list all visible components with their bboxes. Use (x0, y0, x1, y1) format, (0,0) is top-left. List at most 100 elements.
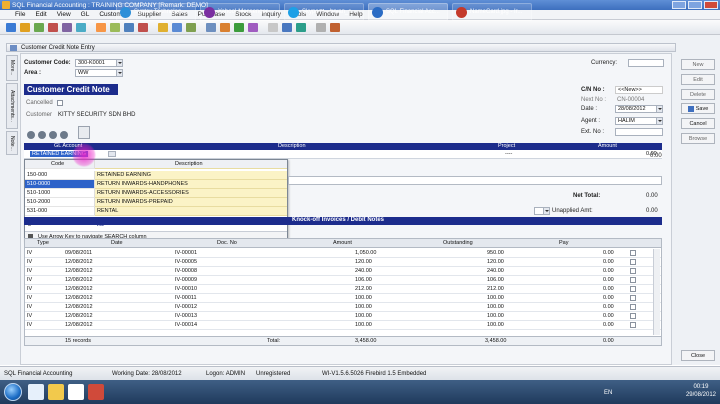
pay-cell[interactable]: 0.00 (603, 313, 614, 319)
task-yahoo[interactable]: Yahoo! Messenger (200, 3, 280, 21)
system-clock[interactable]: 00:19 29/08/2012 (686, 383, 716, 399)
toolbar-icon-8[interactable] (110, 23, 120, 32)
lookup-row[interactable]: 510-1000 RETURN INWARDS-ACCESSORIES (25, 189, 287, 198)
menu-file[interactable]: File (10, 11, 30, 18)
row-checkbox[interactable] (630, 268, 636, 274)
detail-grid-row[interactable]: RETAINED EARNING ---- 0.00 (24, 150, 662, 159)
chevron-down-icon[interactable] (656, 118, 662, 124)
save-button[interactable]: Save (681, 103, 715, 114)
toolbar-icon-21[interactable] (316, 23, 326, 32)
toolbar-icon-20[interactable] (296, 23, 306, 32)
remove-row-icon[interactable] (38, 131, 46, 139)
col-project[interactable]: Project (498, 143, 515, 149)
minimize-button[interactable] (672, 1, 686, 9)
toolbar-icon-3[interactable] (34, 23, 44, 32)
col-amount[interactable]: Amount (598, 143, 617, 149)
date-field[interactable]: 28/08/2012 (615, 105, 663, 113)
menu-edit[interactable]: Edit (30, 11, 51, 18)
col-type[interactable]: Type (37, 240, 49, 246)
row-checkbox[interactable] (630, 277, 636, 283)
table-row[interactable]: IV 12/08/2012 IV-00008 240.00 240.00 0.00 (25, 267, 661, 276)
col-description[interactable]: Description (278, 143, 306, 149)
col-outstanding[interactable]: Outstanding (443, 240, 473, 246)
pinned-ie-icon[interactable] (28, 384, 44, 400)
toolbar-icon-2[interactable] (20, 23, 30, 32)
row-checkbox[interactable] (630, 304, 636, 310)
knockoff-table[interactable]: Type Date Doc. No Amount Outstanding Pay… (24, 238, 662, 346)
gl-account-lookup[interactable]: Code Description 150-000 RETAINED EARNING… (24, 159, 288, 242)
calculator-icon[interactable] (78, 126, 90, 139)
cn-no-field[interactable]: <<New>> (615, 86, 663, 94)
pinned-explorer-icon[interactable] (48, 384, 64, 400)
chevron-down-icon[interactable] (543, 208, 549, 214)
unapplied-dropdown[interactable] (534, 207, 550, 215)
task-syntax[interactable]: Syntax Technolog... (116, 3, 196, 21)
pay-cell[interactable]: 0.00 (603, 286, 614, 292)
language-indicator[interactable]: EN (604, 390, 612, 396)
calendar-dropdown-icon[interactable] (656, 106, 662, 112)
lookup-col-description[interactable]: Description (95, 160, 287, 169)
toolbar-icon-14[interactable] (206, 23, 216, 32)
pay-cell[interactable]: 0.00 (603, 268, 614, 274)
area-field[interactable]: WW (75, 69, 123, 77)
cancel-button[interactable]: Cancel (681, 118, 715, 129)
col-pay[interactable]: Pay (559, 240, 568, 246)
table-row[interactable]: IV 12/08/2012 IV-00013 100.00 100.00 0.00 (25, 312, 661, 321)
move-up-icon[interactable] (49, 131, 57, 139)
lookup-row-selected[interactable]: 510-0000 RETURN INWARDS-HANDPHONES (25, 180, 287, 189)
pay-cell[interactable]: 0.00 (603, 304, 614, 310)
customer-code-field[interactable]: 300-K0001 (75, 59, 123, 67)
close-window-button[interactable] (704, 1, 718, 9)
toolbar-icon-10[interactable] (138, 23, 148, 32)
toolbar-icon-17[interactable] (248, 23, 258, 32)
task-sql-financial[interactable]: SQL Financial Acc... (368, 3, 448, 21)
pay-cell[interactable]: 0.00 (603, 259, 614, 265)
pinned-media-icon[interactable] (88, 384, 104, 400)
table-row[interactable]: IV 12/08/2012 IV-00014 100.00 100.00 0.00 (25, 321, 661, 330)
toolbar-icon-9[interactable] (124, 23, 134, 32)
close-button[interactable]: Close (681, 350, 715, 361)
cancelled-checkbox[interactable] (57, 100, 63, 106)
move-down-icon[interactable] (60, 131, 68, 139)
toolbar-icon-6[interactable] (76, 23, 86, 32)
toolbar-icon-15[interactable] (220, 23, 230, 32)
toolbar-icon-19[interactable] (282, 23, 292, 32)
table-row[interactable]: IV 09/08/2011 IV-00001 1,050.00 950.00 0.00 (25, 249, 661, 258)
lookup-row[interactable]: 531-000 RENTAL (25, 207, 287, 216)
pay-cell[interactable]: 0.00 (603, 295, 614, 301)
browse-button[interactable]: Browse (681, 133, 715, 144)
toolbar-icon-7[interactable] (96, 23, 106, 32)
edit-button[interactable]: Edit (681, 74, 715, 85)
chevron-down-icon[interactable] (116, 70, 122, 76)
toolbar-icon-1[interactable] (6, 23, 16, 32)
row-checkbox[interactable] (630, 259, 636, 265)
pay-cell[interactable]: 0.00 (603, 277, 614, 283)
lookup-row[interactable]: 510-2000 RETURN INWARDS-PREPAID (25, 198, 287, 207)
chevron-down-icon[interactable] (116, 60, 122, 66)
agent-field[interactable]: HALIM (615, 117, 663, 125)
ext-no-field[interactable] (615, 128, 663, 136)
toolbar-icon-4[interactable] (48, 23, 58, 32)
toolbar-icon-11[interactable] (158, 23, 168, 32)
table-row[interactable]: IV 12/08/2012 IV-00010 212.00 212.00 0.00 (25, 285, 661, 294)
pay-cell[interactable]: 0.00 (603, 250, 614, 256)
tab-note[interactable]: Note... (6, 131, 18, 155)
table-row[interactable]: IV 12/08/2012 IV-00005 120.00 120.00 0.00 (25, 258, 661, 267)
maximize-button[interactable] (688, 1, 702, 9)
row-checkbox[interactable] (630, 286, 636, 292)
table-row[interactable]: IV 12/08/2012 IV-00011 100.00 100.00 0.00 (25, 294, 661, 303)
lookup-row[interactable]: 150-000 RETAINED EARNING (25, 171, 287, 180)
tab-more[interactable]: More... (6, 55, 18, 81)
new-button[interactable]: New (681, 59, 715, 70)
col-amount[interactable]: Amount (333, 240, 352, 246)
add-row-icon[interactable] (27, 131, 35, 139)
start-button[interactable] (4, 383, 22, 401)
table-row[interactable]: IV 12/08/2012 IV-00012 100.00 100.00 0.00 (25, 303, 661, 312)
menu-gl[interactable]: GL (76, 11, 95, 18)
project-cell[interactable]: ---- (505, 151, 512, 157)
task-skype[interactable]: Skype™ - bryan_s... (284, 3, 364, 21)
col-doc-no[interactable]: Doc. No (217, 240, 237, 246)
row-checkbox[interactable] (630, 295, 636, 301)
toolbar-icon-12[interactable] (172, 23, 182, 32)
row-checkbox[interactable] (630, 250, 636, 256)
